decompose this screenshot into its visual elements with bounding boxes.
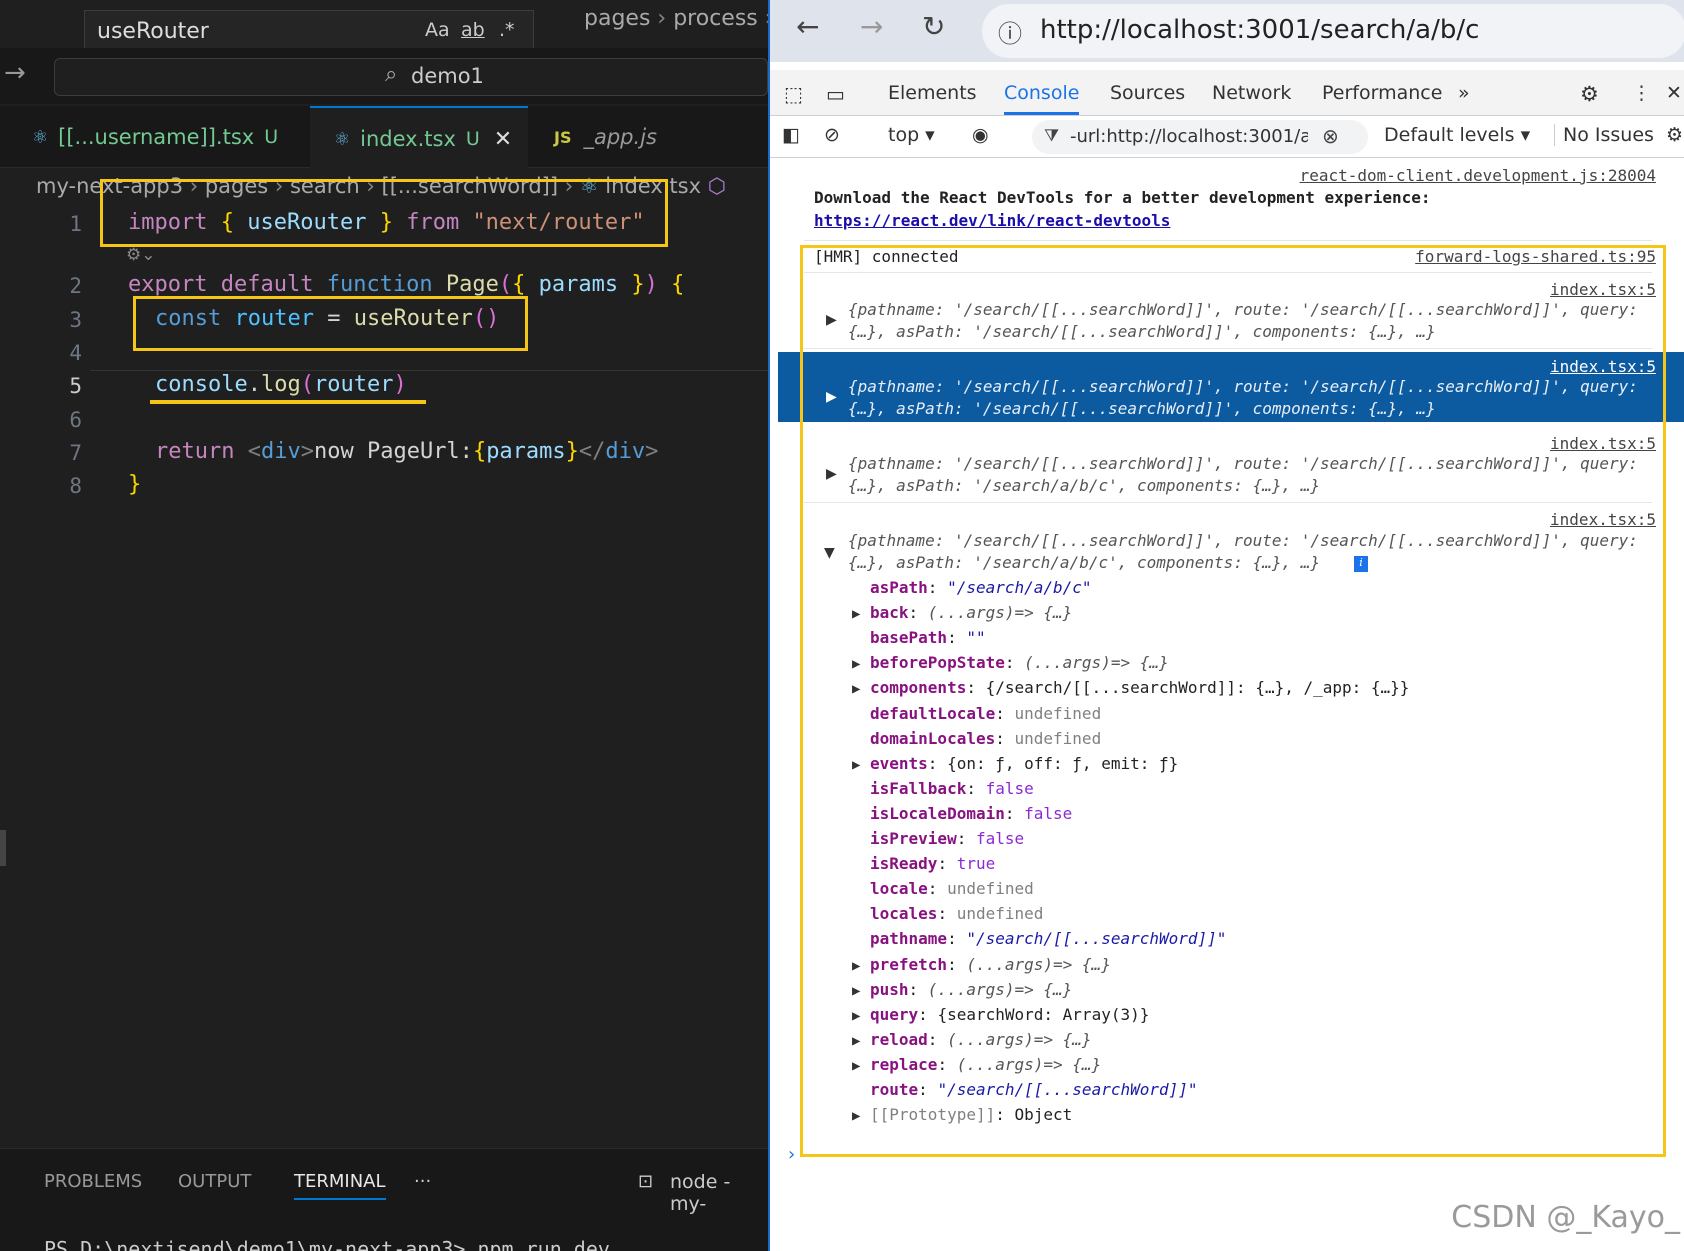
source-link[interactable]: react-dom-client.development.js:28004 xyxy=(1300,166,1656,185)
watermark: CSDN @_Kayo_ xyxy=(1451,1200,1680,1235)
forward-icon[interactable]: → xyxy=(860,10,883,43)
command-center-label: demo1 xyxy=(411,64,484,88)
find-input[interactable]: useRouter xyxy=(97,19,209,44)
site-info-icon[interactable]: ⓘ xyxy=(998,14,1022,49)
vscode-window: useRouter Aa ab .* pages › process › → ⌕… xyxy=(0,0,768,1251)
clear-filter-icon[interactable]: ⊗ xyxy=(1322,124,1339,148)
whole-word-toggle[interactable]: ab xyxy=(461,19,485,41)
browser-toolbar: ← → ↻ ⓘ http://localhost:3001/search/a/b… xyxy=(770,0,1684,62)
highlight-box-console xyxy=(800,245,1666,1157)
untracked-badge: U xyxy=(465,128,480,150)
tab-elements[interactable]: Elements xyxy=(888,82,977,104)
line-number: 7 xyxy=(69,441,82,465)
tab-label: [[...username]].tsx xyxy=(58,125,255,149)
tab-network[interactable]: Network xyxy=(1212,82,1291,104)
top-breadcrumb-item[interactable]: pages xyxy=(584,6,650,31)
find-widget[interactable]: useRouter Aa ab .* xyxy=(84,10,534,52)
context-value: top xyxy=(888,124,920,146)
settings-icon[interactable]: ⚙ xyxy=(1666,124,1683,146)
line-number: 2 xyxy=(69,274,82,298)
regex-toggle[interactable]: .* xyxy=(499,19,515,41)
code-line-8[interactable]: } xyxy=(128,472,141,497)
issues-button[interactable]: No Issues xyxy=(1554,124,1654,146)
terminal-icon[interactable]: ⊡ xyxy=(638,1171,653,1192)
console-toolbar: ◧ ⊘ top ▾ ◉ ⧩ -url:http://localhost:3001… xyxy=(770,116,1684,158)
top-breadcrumb: pages › process › xyxy=(584,6,768,31)
code-lens-icon[interactable]: ⚙⌄ xyxy=(126,245,155,265)
tab-console[interactable]: Console xyxy=(1004,82,1080,115)
devtools-tabbar: ⬚ ▭ Elements Console Sources Network Per… xyxy=(770,70,1684,116)
highlight-box-import xyxy=(100,179,668,247)
scrollbar[interactable] xyxy=(0,830,6,866)
line-number: 6 xyxy=(69,408,82,432)
devtools-message: Download the React DevTools for a better… xyxy=(814,188,1431,207)
live-expression-icon[interactable]: ◉ xyxy=(972,124,989,146)
tab-app[interactable]: JS _app.js xyxy=(530,106,730,168)
current-line-highlight xyxy=(90,370,768,371)
inspect-element-icon[interactable]: ⬚ xyxy=(784,82,803,106)
tab-label: _app.js xyxy=(583,125,657,149)
tab-terminal[interactable]: TERMINAL xyxy=(294,1171,386,1200)
log-levels-select[interactable]: Default levels ▾ xyxy=(1384,124,1530,146)
terminal-line: PS D:\nextjsend\demo1\my-next-app3> npm … xyxy=(44,1237,610,1251)
react-icon: ⚛ xyxy=(32,126,49,148)
back-icon[interactable]: ← xyxy=(796,10,819,43)
js-file-icon: JS xyxy=(554,127,572,147)
top-breadcrumb-item[interactable]: process xyxy=(673,6,758,31)
close-icon[interactable]: ✕ xyxy=(1666,82,1682,104)
console-prompt-icon[interactable]: › xyxy=(788,1144,795,1165)
tab-performance[interactable]: Performance xyxy=(1322,82,1442,104)
code-line-5[interactable]: console.log(router) xyxy=(155,372,407,397)
tab-sources[interactable]: Sources xyxy=(1110,82,1185,104)
tab-label: index.tsx xyxy=(360,127,456,151)
line-number: 3 xyxy=(69,308,82,332)
devtools-link[interactable]: https://react.dev/link/react-devtools xyxy=(814,211,1684,230)
code-line-7[interactable]: return <div>now PageUrl:{params}</div> xyxy=(155,439,658,464)
sidebar-toggle-icon[interactable]: ◧ xyxy=(782,124,800,146)
context-select[interactable]: top ▾ xyxy=(888,124,935,146)
line-number: 1 xyxy=(69,212,82,236)
reload-icon[interactable]: ↻ xyxy=(922,10,945,43)
tab-output[interactable]: OUTPUT xyxy=(178,1171,251,1192)
terminal-instance-name[interactable]: node - my- xyxy=(670,1171,768,1215)
more-tabs-icon[interactable]: » xyxy=(1458,82,1470,104)
command-center[interactable]: ⌕ demo1 xyxy=(54,58,768,96)
tab-username[interactable]: ⚛ [[...username]].tsx U xyxy=(8,106,308,168)
symbol-icon: ⬡ xyxy=(707,174,727,198)
more-actions-icon[interactable]: ··· xyxy=(414,1171,431,1192)
react-icon: ⚛ xyxy=(334,128,351,150)
editor-tabs: ⚛ [[...username]].tsx U ⚛ index.tsx U ✕ … xyxy=(0,106,768,170)
forward-arrow-icon[interactable]: → xyxy=(4,58,26,88)
line-number: 4 xyxy=(69,341,82,365)
filter-input[interactable]: -url:http://localhost:3001/as xyxy=(1070,126,1308,147)
line-number: 5 xyxy=(69,374,82,398)
code-line-2[interactable]: export default function Page({ params })… xyxy=(128,272,684,297)
tab-problems[interactable]: PROBLEMS xyxy=(44,1171,142,1192)
address-bar[interactable]: ⓘ http://localhost:3001/search/a/b/c xyxy=(982,4,1684,58)
browser-window: ← → ↻ ⓘ http://localhost:3001/search/a/b… xyxy=(768,0,1684,1251)
untracked-badge: U xyxy=(264,126,279,148)
close-icon[interactable]: ✕ xyxy=(494,127,512,152)
highlight-box-const xyxy=(133,296,528,351)
gear-icon[interactable]: ⚙ xyxy=(1580,82,1599,106)
line-number: 8 xyxy=(69,474,82,498)
clear-console-icon[interactable]: ⊘ xyxy=(824,124,840,146)
device-toolbar-icon[interactable]: ▭ xyxy=(826,82,845,106)
search-icon: ⌕ xyxy=(385,62,398,87)
bottom-panel: PROBLEMS OUTPUT TERMINAL ··· ⊡ node - my… xyxy=(0,1148,768,1251)
log-levels-value: Default levels xyxy=(1384,124,1515,146)
filter-icon: ⧩ xyxy=(1044,126,1060,146)
tab-index[interactable]: ⚛ index.tsx U ✕ xyxy=(310,106,528,170)
kebab-menu-icon[interactable]: ⋮ xyxy=(1632,82,1651,104)
underline-highlight xyxy=(150,400,426,404)
filter-input-box[interactable]: ⧩ -url:http://localhost:3001/as ⊗ xyxy=(1032,120,1368,154)
match-case-toggle[interactable]: Aa xyxy=(425,19,450,41)
url-text[interactable]: http://localhost:3001/search/a/b/c xyxy=(1040,15,1479,45)
